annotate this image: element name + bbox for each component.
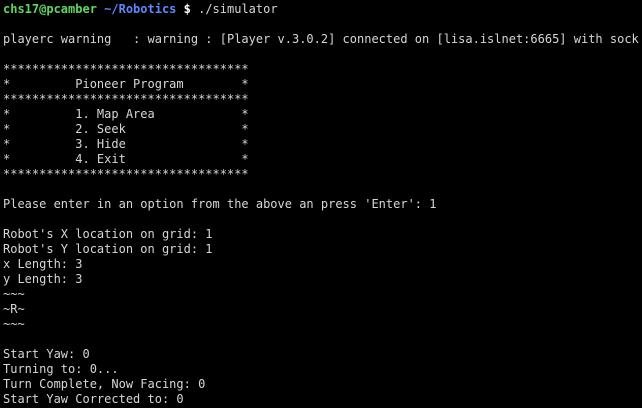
start-yaw-line: Start Yaw: 0 xyxy=(3,347,90,361)
start-yaw-corrected-line: Start Yaw Corrected to: 0 xyxy=(3,392,184,406)
banner-border-top: ********************************** xyxy=(3,62,249,76)
prompt-path: ~/Robotics xyxy=(104,2,177,16)
x-length-line: x Length: 3 xyxy=(3,257,83,271)
banner-title: * Pioneer Program * xyxy=(3,77,249,91)
menu-item-seek: * 2. Seek * xyxy=(3,122,249,136)
grid-row-1: ~~~ xyxy=(3,287,25,301)
player-warning-line: playerc warning : warning : [Player v.3.… xyxy=(3,32,642,46)
command-text: ./simulator xyxy=(198,2,278,16)
turning-line: Turning to: 0... xyxy=(3,362,119,376)
menu-item-map-area: * 1. Map Area * xyxy=(3,107,249,121)
command-prompt-line: chs17@pcamber ~/Robotics $ ./simulator xyxy=(3,2,278,17)
prompt-user-host: chs17@pcamber xyxy=(3,2,97,16)
option-prompt-line: Please enter in an option from the above… xyxy=(3,197,437,211)
banner-border-bottom: ********************************** xyxy=(3,167,249,181)
grid-row-3: ~~~ xyxy=(3,317,25,331)
robot-x-line: Robot's X location on grid: 1 xyxy=(3,227,213,241)
turn-complete-line: Turn Complete, Now Facing: 0 xyxy=(3,377,206,391)
menu-item-hide: * 3. Hide * xyxy=(3,137,249,151)
robot-y-line: Robot's Y location on grid: 1 xyxy=(3,242,213,256)
y-length-line: y Length: 3 xyxy=(3,272,83,286)
grid-row-2: ~R~ xyxy=(3,302,25,316)
menu-item-exit: * 4. Exit * xyxy=(3,152,249,166)
banner-border-mid: ********************************** xyxy=(3,92,249,106)
prompt-symbol: $ xyxy=(183,2,191,16)
terminal-window[interactable]: chs17@pcamber ~/Robotics $ ./simulator p… xyxy=(0,0,642,408)
